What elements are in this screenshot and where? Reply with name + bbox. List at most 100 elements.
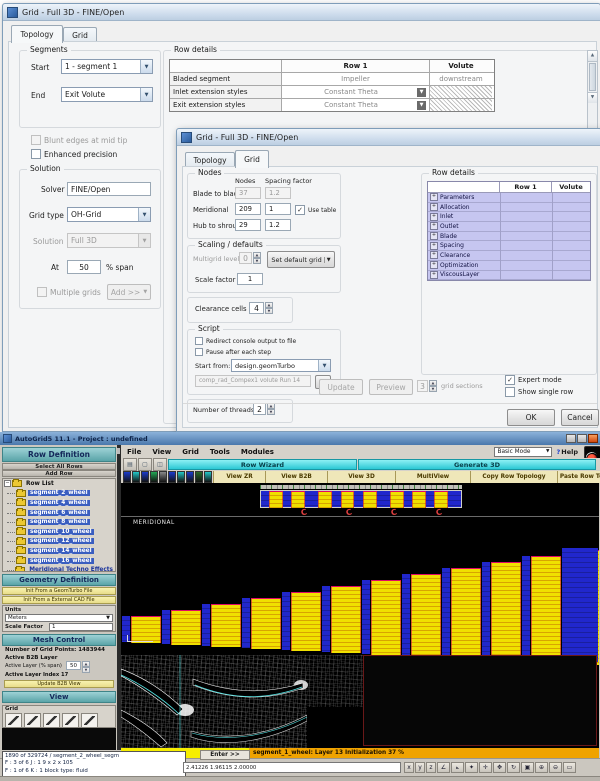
coordinate-input[interactable]: 2.41226 1.96115 2.00000 xyxy=(183,762,401,773)
b2b-mesh-view[interactable] xyxy=(121,655,363,748)
rotate-icon[interactable]: ↻ xyxy=(507,762,520,773)
menus[interactable]: FileViewGridToolsModules xyxy=(127,448,285,456)
row-details-table[interactable]: Row 1VoluteBladed segmentImpellerdownstr… xyxy=(169,59,495,112)
spinner-arrows-icon[interactable]: ▲▼ xyxy=(267,403,275,415)
open-icon[interactable]: ▤ xyxy=(123,458,137,471)
viewport-tool-icon[interactable] xyxy=(186,471,194,483)
zoom-out-icon[interactable]: ⊖ xyxy=(549,762,562,773)
view-button-copy-row-topology[interactable]: Copy Row Topology xyxy=(470,471,557,483)
view-button-view-zr[interactable]: View ZR xyxy=(213,471,265,483)
generate-3d-button[interactable]: Generate 3D xyxy=(358,459,596,470)
row-details-row[interactable]: +ViscousLayer xyxy=(428,271,590,281)
checkbox-icon[interactable] xyxy=(31,135,41,145)
update-button[interactable]: Update xyxy=(319,379,363,395)
checkbox-icon[interactable] xyxy=(37,287,47,297)
row-list-tree[interactable]: − Row List segment_2_wheelsegment_4_whee… xyxy=(2,478,116,572)
viewport-tool-icon[interactable] xyxy=(150,471,158,483)
select-all-rows-button[interactable]: Select All Rows xyxy=(2,463,116,470)
axis-button-z[interactable]: z xyxy=(426,762,436,773)
maximize-icon[interactable] xyxy=(577,434,587,443)
tree-item-segment[interactable]: segment_6_wheel xyxy=(3,508,115,518)
row-details-row[interactable]: +Outlet xyxy=(428,222,590,232)
row-wizard-button[interactable]: Row Wizard xyxy=(168,459,357,470)
row-details-row[interactable]: +Optimization xyxy=(428,261,590,271)
new-icon[interactable]: ▢ xyxy=(138,458,152,471)
viewport-tool-icon[interactable] xyxy=(123,471,131,483)
row-details-row[interactable]: +Spacing xyxy=(428,241,590,251)
add-row-button[interactable]: Add Row xyxy=(2,470,116,477)
enter-tab[interactable]: Enter >> xyxy=(200,750,250,760)
tab-topology[interactable]: Topology xyxy=(11,25,63,43)
tree-item-segment[interactable]: segment_14_wheel xyxy=(3,546,115,556)
expand-icon[interactable]: + xyxy=(430,213,438,221)
spacing-factor-field[interactable]: 1.2 xyxy=(265,219,291,231)
window-icon[interactable]: ▭ xyxy=(563,762,576,773)
angle2-icon[interactable]: ⦜ xyxy=(451,762,464,773)
row-details-row[interactable]: +Blade xyxy=(428,232,590,242)
enhanced-precision-checkbox-row[interactable]: Enhanced precision xyxy=(31,149,117,159)
tree-item-meridional-effects[interactable]: Meridional Techno Effects xyxy=(3,565,115,572)
chevron-down-icon[interactable]: ▼ xyxy=(417,101,426,110)
nodes-field[interactable]: 29 xyxy=(235,219,261,231)
cancel-button[interactable]: Cancel xyxy=(561,409,599,426)
use-table-checkbox-row[interactable]: Use table xyxy=(295,205,336,215)
view-mode-icons[interactable] xyxy=(121,471,213,483)
add-button[interactable]: Add >> ▼ xyxy=(107,284,151,300)
expand-icon[interactable]: + xyxy=(430,193,438,201)
preview-button[interactable]: Preview xyxy=(369,379,413,395)
nav-icon-bar[interactable]: xyz∠⦜✦✛✥↻▣⊕⊖▭ xyxy=(403,762,576,773)
tree-item-segment[interactable]: segment_4_wheel xyxy=(3,498,115,508)
expand-icon[interactable]: + xyxy=(430,251,438,259)
chevron-down-icon[interactable]: ▼ xyxy=(417,88,426,97)
viewport-tool-icon[interactable] xyxy=(132,471,140,483)
tree-items[interactable]: segment_2_wheelsegment_4_wheelsegment_6_… xyxy=(3,489,115,566)
menu-tools[interactable]: Tools xyxy=(210,448,230,456)
scale-factor-field[interactable]: 1 xyxy=(49,623,113,631)
dialog2-titlebar[interactable]: Grid - Full 3D - FINE/Open xyxy=(177,129,600,146)
axes-icon[interactable]: ✛ xyxy=(479,762,492,773)
grid-type-dropdown[interactable]: OH-Grid ▼ xyxy=(67,207,151,222)
threads-spinner[interactable]: 2 ▲▼ xyxy=(253,403,275,415)
tree-root[interactable]: − Row List xyxy=(3,479,115,489)
menu-modules[interactable]: Modules xyxy=(241,448,274,456)
mode-dropdown[interactable]: Basic Mode ▼ xyxy=(494,447,552,457)
expand-icon[interactable]: + xyxy=(430,242,438,250)
start-segment-dropdown[interactable]: 1 - segment 1 ▼ xyxy=(61,59,153,74)
tree-item-segment[interactable]: segment_12_wheel xyxy=(3,537,115,547)
tree-item-segment[interactable]: segment_10_wheel xyxy=(3,527,115,537)
blunt-edges-checkbox-row[interactable]: Blunt edges at mid tip xyxy=(31,135,127,145)
pause-checkbox-row[interactable]: Pause after each step xyxy=(195,348,271,356)
box-icon[interactable]: ▣ xyxy=(521,762,534,773)
solver-field[interactable]: FINE/Open xyxy=(67,182,151,196)
grid-view-icons[interactable] xyxy=(3,712,115,729)
scroll-thumb[interactable] xyxy=(589,63,596,91)
row1-value-cell[interactable]: Constant Theta▼ xyxy=(282,99,430,111)
scroll-down-icon[interactable]: ▼ xyxy=(588,92,597,103)
dialog1-titlebar[interactable]: Grid - Full 3D - FINE/Open xyxy=(3,4,600,21)
expand-icon[interactable]: − xyxy=(4,480,11,487)
view-button-multiview[interactable]: MultiView xyxy=(395,471,470,483)
axis-button-x[interactable]: x xyxy=(404,762,414,773)
multigrid-spinner[interactable]: 0 ▲▼ xyxy=(239,252,261,264)
end-segment-dropdown[interactable]: Exit Volute ▼ xyxy=(61,87,153,102)
expand-icon[interactable]: + xyxy=(430,232,438,240)
update-b2b-button[interactable]: Update B2B View xyxy=(4,680,114,688)
span-field[interactable]: 50 xyxy=(67,260,101,274)
expert-mode-checkbox-row[interactable]: Expert mode xyxy=(505,375,562,385)
ok-button[interactable]: OK xyxy=(507,409,555,426)
empty-view-pane[interactable] xyxy=(363,655,597,746)
scroll-up-icon[interactable]: ▲ xyxy=(588,51,597,62)
spinner-arrows-icon[interactable]: ▲▼ xyxy=(82,661,90,670)
script-file-field[interactable]: comp_rad_Compex1 volute Run 14 xyxy=(195,375,311,387)
close-icon[interactable] xyxy=(588,434,598,443)
mesh-display-icon[interactable] xyxy=(81,713,98,728)
spinner-arrows-icon[interactable]: ▲▼ xyxy=(253,252,261,264)
row-details-rows[interactable]: +Parameters+Allocation+Inlet+Outlet+Blad… xyxy=(428,193,590,280)
multiple-grids-checkbox-row[interactable]: Multiple grids xyxy=(37,287,101,297)
view-buttons[interactable]: View ZRView B2BView 3DMultiViewCopy Row … xyxy=(213,471,600,483)
autogrid-titlebar[interactable]: AutoGrid5 11.1 - Project : undefined xyxy=(0,432,600,445)
set-default-grid-button[interactable]: Set default grid ▼ xyxy=(267,251,335,268)
axis-button-y[interactable]: y xyxy=(415,762,425,773)
minimize-icon[interactable] xyxy=(566,434,576,443)
checkbox-icon[interactable] xyxy=(295,205,305,215)
